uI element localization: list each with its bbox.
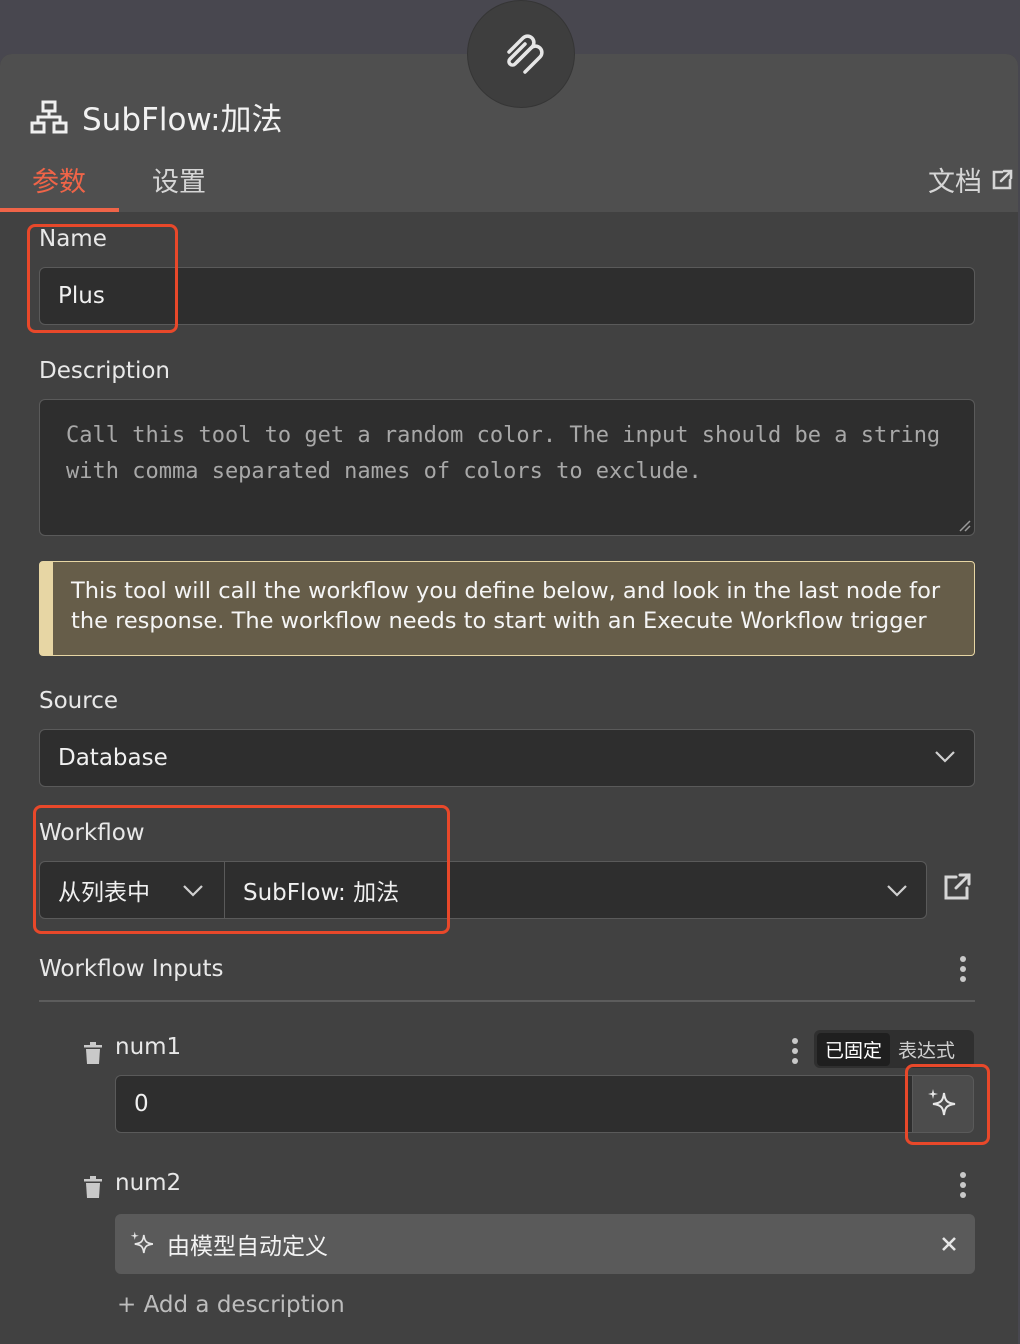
workflow-label: Workflow	[39, 820, 145, 846]
tab-params[interactable]: 参数	[32, 160, 86, 199]
divider	[39, 1000, 975, 1002]
source-label: Source	[39, 688, 118, 714]
node-panel: SubFlow:加法 参数 设置 文档 Name Plus Descriptio…	[0, 54, 1018, 1344]
chevron-down-icon	[935, 751, 955, 763]
num1-menu-icon[interactable]	[790, 1038, 800, 1064]
workflow-mode-select[interactable]: 从列表中	[39, 861, 225, 919]
num1-label: num1	[115, 1034, 182, 1060]
source-value: Database	[58, 745, 168, 771]
notice-text: This tool will call the workflow you def…	[71, 578, 941, 634]
workflow-mode-value: 从列表中	[58, 880, 150, 906]
num1-input[interactable]: 0	[115, 1075, 913, 1133]
resize-grip-icon[interactable]	[957, 518, 971, 532]
description-label: Description	[39, 358, 170, 384]
description-placeholder: Call this tool to get a random color. Th…	[66, 423, 941, 484]
docs-link[interactable]: 文档	[928, 160, 1014, 199]
paperclip-icon-button[interactable]	[467, 0, 575, 108]
workflow-select[interactable]: SubFlow: 加法	[224, 861, 927, 919]
trash-icon[interactable]	[83, 1176, 103, 1198]
sitemap-icon	[30, 100, 68, 133]
title-row: SubFlow:加法	[30, 94, 283, 139]
name-input[interactable]: Plus	[39, 267, 975, 325]
tab-settings[interactable]: 设置	[152, 160, 206, 199]
active-tab-indicator	[0, 208, 119, 212]
add-description-link[interactable]: + Add a description	[117, 1292, 345, 1318]
paperclip-icon	[507, 34, 544, 74]
sparkle-icon	[130, 1231, 153, 1254]
page-title: SubFlow:加法	[82, 102, 283, 138]
workflow-inputs-menu-icon[interactable]	[958, 956, 968, 982]
workflow-inputs-label: Workflow Inputs	[39, 956, 224, 982]
description-textarea[interactable]: Call this tool to get a random color. Th…	[39, 399, 975, 536]
name-value: Plus	[58, 283, 105, 309]
chevron-down-icon	[183, 885, 203, 897]
docs-label: 文档	[928, 167, 982, 198]
external-link-icon	[992, 169, 1013, 189]
close-icon[interactable]	[941, 1236, 957, 1252]
model-defined-text: 由模型自动定义	[167, 1234, 328, 1260]
num2-label: num2	[115, 1170, 182, 1196]
info-notice: This tool will call the workflow you def…	[39, 561, 975, 656]
toggle-expression[interactable]: 表达式	[890, 1033, 963, 1066]
chevron-down-icon	[887, 885, 907, 897]
open-workflow-icon[interactable]	[942, 872, 972, 902]
source-select[interactable]: Database	[39, 729, 975, 787]
num2-menu-icon[interactable]	[958, 1172, 968, 1198]
workflow-value: SubFlow: 加法	[243, 880, 400, 906]
name-label: Name	[39, 226, 107, 252]
trash-icon[interactable]	[83, 1042, 103, 1064]
model-defined-field: 由模型自动定义	[115, 1214, 975, 1274]
fixed-expression-toggle: 已固定 表达式	[814, 1030, 974, 1068]
num1-value: 0	[134, 1091, 149, 1117]
sparkle-icon	[928, 1089, 956, 1116]
tab-bar: 参数 设置 文档	[0, 154, 1018, 212]
toggle-fixed[interactable]: 已固定	[817, 1032, 891, 1066]
ai-define-button[interactable]	[912, 1075, 974, 1133]
